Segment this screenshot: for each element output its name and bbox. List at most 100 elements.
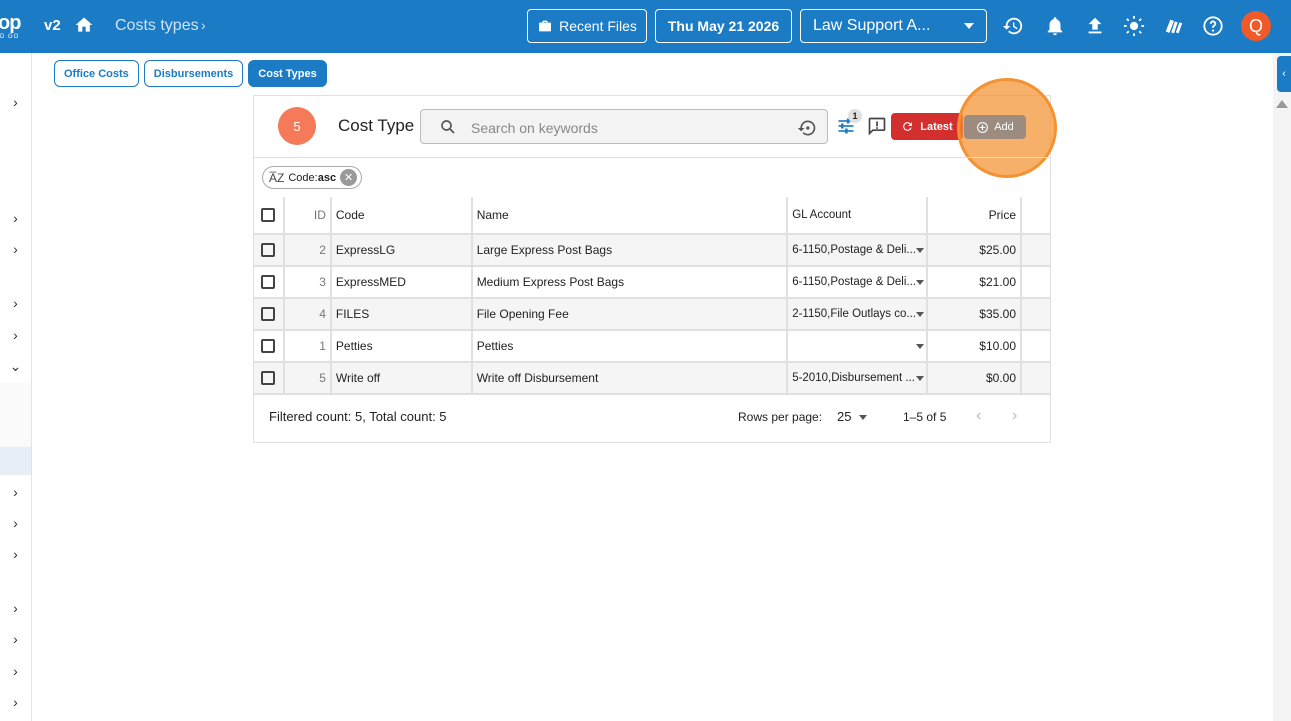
chevron-down-icon[interactable]: ⌄ (0, 354, 31, 378)
cell-price[interactable]: $0.00 (927, 362, 1022, 395)
sort-bar: A̅Z Code: asc ✕ (254, 157, 1050, 197)
chevron-right-icon[interactable]: › (0, 596, 31, 620)
help-icon[interactable] (1202, 15, 1224, 37)
company-label: Law Support A... (813, 17, 931, 34)
add-button[interactable]: Add (964, 115, 1026, 139)
chevron-right-icon[interactable]: › (0, 659, 31, 683)
cost-type-panel: 5 Cost Type Search on keywords 1 Latest … (253, 78, 1057, 443)
chevron-right-icon[interactable]: › (0, 90, 31, 114)
tab-disbursements[interactable]: Disbursements (143, 60, 244, 87)
gl-account-value: 5-2010,Disbursement ... (792, 371, 915, 384)
next-page-icon[interactable]: › (1012, 407, 1017, 425)
row-checkbox[interactable] (254, 234, 285, 267)
table-row[interactable]: 5 Write off Write off Disbursement 5-201… (254, 362, 1050, 395)
count-badge: 5 (278, 107, 316, 145)
chevron-right-icon[interactable]: › (0, 237, 31, 261)
column-header-id[interactable]: ID (283, 197, 332, 235)
cell-price[interactable]: $25.00 (927, 234, 1022, 267)
column-header-name[interactable]: Name (471, 197, 789, 235)
tab-office-costs[interactable]: Office Costs (54, 60, 139, 87)
right-scroll-track[interactable] (1273, 53, 1291, 721)
cell-name[interactable]: Write off Disbursement (471, 362, 789, 395)
cell-name[interactable]: Large Express Post Bags (471, 234, 789, 267)
column-header-gl-account[interactable]: GL Account (787, 197, 929, 235)
chevron-right-icon[interactable]: › (0, 511, 31, 535)
company-select[interactable]: Law Support A... (800, 9, 987, 43)
gl-account-value: 6-1150,Postage & Deli... (792, 275, 916, 288)
row-checkbox[interactable] (254, 298, 285, 331)
search-placeholder: Search on keywords (471, 120, 598, 136)
cell-name[interactable]: Petties (471, 330, 789, 363)
app-logo[interactable]: op D GO (0, 10, 24, 40)
cell-code[interactable]: Write off (330, 362, 473, 395)
column-header-price[interactable]: Price (927, 197, 1022, 235)
sun-icon[interactable] (1123, 15, 1145, 37)
restore-history-icon[interactable] (797, 118, 817, 138)
table-row[interactable]: 2 ExpressLG Large Express Post Bags 6-11… (254, 234, 1050, 267)
history-icon[interactable] (1002, 15, 1024, 37)
chevron-right-icon[interactable]: › (0, 542, 31, 566)
upload-icon[interactable] (1084, 15, 1106, 37)
cell-name[interactable]: File Opening Fee (471, 298, 789, 331)
cell-code[interactable]: ExpressLG (330, 234, 473, 267)
select-all-checkbox[interactable] (254, 197, 285, 235)
cell-code[interactable]: FILES (330, 298, 473, 331)
row-checkbox[interactable] (254, 362, 285, 395)
cell-gl-account[interactable]: 6-1150,Postage & Deli... (787, 234, 929, 267)
caret-down-icon[interactable] (859, 415, 867, 420)
chevron-right-icon[interactable]: › (0, 323, 31, 347)
home-icon[interactable] (74, 15, 94, 35)
sidebar-active-item[interactable] (0, 447, 31, 475)
tab-cost-types[interactable]: Cost Types (248, 60, 327, 87)
cell-price[interactable]: $10.00 (927, 330, 1022, 363)
table-header-row: ID Code Name GL Account Price (254, 197, 1050, 235)
remove-sort-icon[interactable]: ✕ (340, 169, 358, 186)
sort-chip[interactable]: A̅Z Code: asc ✕ (262, 166, 363, 189)
scroll-up-icon[interactable] (1276, 100, 1288, 108)
column-header-code[interactable]: Code (330, 197, 473, 235)
table-row[interactable]: 4 FILES File Opening Fee 2-1150,File Out… (254, 298, 1050, 331)
search-input[interactable]: Search on keywords (420, 109, 828, 144)
cell-gl-account[interactable]: 5-2010,Disbursement ... (787, 362, 929, 395)
chevron-right-icon[interactable]: › (0, 627, 31, 651)
dropdown-arrow-icon[interactable] (916, 248, 925, 253)
dropdown-arrow-icon[interactable] (916, 312, 925, 317)
cell-id: 5 (283, 362, 332, 395)
collapse-panel-tab[interactable]: ‹ (1277, 56, 1291, 92)
cell-gl-account[interactable] (787, 330, 929, 363)
dropdown-arrow-icon[interactable] (916, 376, 925, 381)
dropdown-arrow-icon[interactable] (916, 344, 925, 349)
prev-page-icon[interactable]: ‹ (976, 407, 981, 425)
chevron-right-icon[interactable]: › (0, 291, 31, 315)
avatar[interactable]: Q (1241, 11, 1271, 41)
chevron-right-icon[interactable]: › (0, 206, 31, 230)
table-row[interactable]: 3 ExpressMED Medium Express Post Bags 6-… (254, 266, 1050, 299)
cell-gl-account[interactable]: 6-1150,Postage & Deli... (787, 266, 929, 299)
recent-files-button[interactable]: Recent Files (527, 9, 647, 43)
cell-price[interactable]: $35.00 (927, 298, 1022, 331)
cell-code[interactable]: Petties (330, 330, 473, 363)
table-row[interactable]: 1 Petties Petties $10.00 (254, 330, 1050, 363)
bell-icon[interactable] (1044, 15, 1066, 37)
recent-files-label: Recent Files (559, 18, 637, 34)
breadcrumb[interactable]: Costs types (115, 17, 199, 35)
filtered-count-text: Filtered count: 5, Total count: 5 (269, 409, 447, 424)
dropdown-arrow-icon[interactable] (916, 280, 925, 285)
date-button[interactable]: Thu May 21 2026 (655, 9, 792, 43)
feedback-icon[interactable] (867, 116, 887, 136)
cards-icon[interactable] (1163, 15, 1185, 37)
cell-code[interactable]: ExpressMED (330, 266, 473, 299)
row-checkbox[interactable] (254, 266, 285, 299)
chevron-right-icon[interactable]: › (0, 690, 31, 714)
latest-button[interactable]: Latest (891, 113, 963, 140)
cell-id: 3 (283, 266, 332, 299)
cell-gl-account[interactable]: 2-1150,File Outlays co... (787, 298, 929, 331)
tab-bar: Office Costs Disbursements Cost Types (54, 60, 327, 87)
rows-per-page-select[interactable]: 25 (837, 409, 851, 424)
chevron-right-icon[interactable]: › (0, 480, 31, 504)
cell-name[interactable]: Medium Express Post Bags (471, 266, 789, 299)
row-checkbox[interactable] (254, 330, 285, 363)
cell-extra (1021, 266, 1050, 299)
cell-price[interactable]: $21.00 (927, 266, 1022, 299)
column-header-extra (1021, 197, 1050, 235)
